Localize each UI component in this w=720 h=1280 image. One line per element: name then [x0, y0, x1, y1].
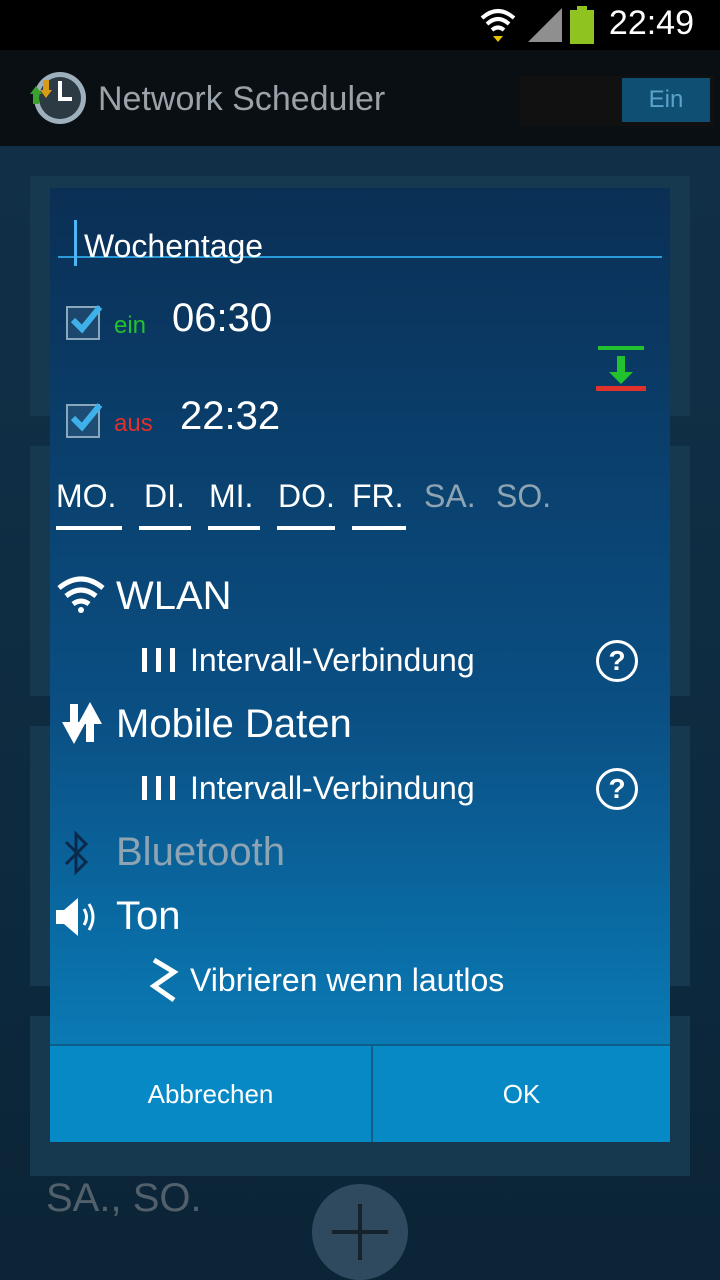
off-time-checkbox[interactable] — [66, 403, 103, 438]
checkmark-icon — [70, 305, 103, 334]
sound-label[interactable]: Ton — [116, 894, 181, 939]
day-underline — [352, 526, 406, 530]
wlan-interval-label[interactable]: Intervall-Verbindung — [190, 642, 475, 679]
background-footer-text: SA., SO. — [46, 1176, 202, 1220]
master-toggle-on[interactable]: Ein — [622, 78, 710, 122]
day-underline — [56, 526, 122, 530]
day-toggle-sa[interactable]: SA. — [424, 478, 476, 515]
master-toggle[interactable]: Ein — [520, 76, 714, 126]
app-clock-icon — [30, 72, 86, 124]
swap-times-icon[interactable] — [596, 344, 646, 394]
signal-icon — [528, 8, 562, 42]
day-underline — [139, 526, 191, 530]
on-time[interactable]: 06:30 — [172, 296, 272, 341]
interval-icon — [136, 644, 176, 674]
wifi-status-icon — [480, 9, 516, 42]
day-toggle-mo[interactable]: MO. — [56, 478, 116, 515]
mobile-interval-label[interactable]: Intervall-Verbindung — [190, 770, 475, 807]
cancel-button[interactable]: Abbrechen — [50, 1046, 371, 1142]
status-time: 22:49 — [608, 4, 694, 42]
day-toggle-do[interactable]: DO. — [278, 478, 335, 515]
checkmark-icon — [70, 403, 103, 432]
app-title: Network Scheduler — [98, 80, 386, 118]
text-cursor — [74, 220, 77, 266]
on-time-checkbox[interactable] — [66, 305, 103, 340]
on-label: ein — [114, 312, 147, 339]
mobile-data-icon — [62, 702, 102, 744]
schedule-dialog: Wochentage ein 06:30 aus 22:32 MO. DI. M… — [50, 188, 670, 1142]
wlan-help-icon[interactable]: ? — [596, 640, 638, 682]
day-underline — [208, 526, 260, 530]
day-underline — [277, 526, 335, 530]
mobile-help-icon[interactable]: ? — [596, 768, 638, 810]
wlan-label[interactable]: WLAN — [116, 574, 232, 619]
wifi-icon — [57, 576, 105, 613]
schedule-name-input[interactable]: Wochentage — [58, 206, 662, 266]
day-toggle-mi[interactable]: MI. — [209, 478, 253, 515]
vibrate-label[interactable]: Vibrieren wenn lautlos — [190, 962, 504, 999]
interval-icon — [136, 772, 176, 802]
action-bar: Network Scheduler Ein — [0, 50, 720, 146]
day-toggle-fr[interactable]: FR. — [352, 478, 404, 515]
speaker-icon — [56, 898, 95, 936]
bluetooth-icon — [64, 830, 89, 876]
vibrate-icon — [149, 957, 179, 1003]
off-time[interactable]: 22:32 — [180, 394, 280, 439]
ok-button[interactable]: OK — [373, 1046, 670, 1142]
bluetooth-label[interactable]: Bluetooth — [116, 830, 285, 875]
add-schedule-button[interactable] — [312, 1184, 408, 1280]
schedule-name-value[interactable]: Wochentage — [84, 228, 263, 265]
off-label: aus — [114, 410, 153, 437]
day-toggle-so[interactable]: SO. — [496, 478, 551, 515]
day-toggle-di[interactable]: DI. — [144, 478, 185, 515]
dialog-button-bar: Abbrechen OK — [50, 1044, 670, 1142]
status-bar: 22:49 — [0, 0, 720, 50]
mobile-data-label[interactable]: Mobile Daten — [116, 702, 352, 747]
battery-icon — [570, 6, 594, 44]
